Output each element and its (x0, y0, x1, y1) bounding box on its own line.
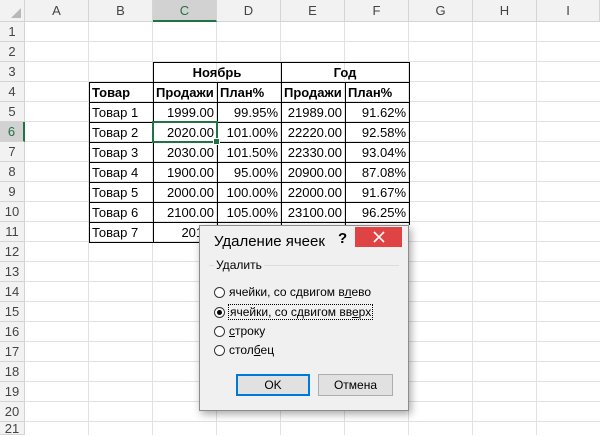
row-header-11[interactable]: 11 (0, 222, 25, 242)
table-cell[interactable]: 22220.00 (281, 122, 345, 142)
row-header-13[interactable]: 13 (0, 262, 25, 282)
table-cell[interactable]: 91.67% (345, 182, 409, 202)
table-cell[interactable]: Товар 4 (89, 162, 153, 182)
row-header-19[interactable]: 19 (0, 382, 25, 402)
select-all-corner[interactable] (0, 0, 25, 22)
ok-button[interactable]: OK (236, 374, 310, 396)
row-header-17[interactable]: 17 (0, 342, 25, 362)
header-plan-year[interactable]: План% (345, 82, 409, 102)
table-cell[interactable]: Товар 6 (89, 202, 153, 222)
table-cell[interactable]: 99.95% (217, 102, 281, 122)
delete-cells-dialog: Удаление ячеек ? Удалить ячейки, со сдви… (199, 225, 409, 411)
table-cell[interactable]: 2000.00 (153, 182, 217, 202)
table-cell[interactable]: 1999.00 (153, 102, 217, 122)
row-header-1[interactable]: 1 (0, 22, 25, 42)
radio-label: столбец (229, 343, 275, 357)
table-cell[interactable]: 2100.00 (153, 202, 217, 222)
table-cell[interactable]: 1900.00 (153, 162, 217, 182)
table-cell[interactable]: 23100.00 (281, 202, 345, 222)
table-cell[interactable]: 20900.00 (281, 162, 345, 182)
column-header-b[interactable]: B (89, 0, 153, 22)
table-cell[interactable]: Товар 7 (89, 222, 153, 242)
table-cell[interactable]: 91.62% (345, 102, 409, 122)
table-cell[interactable]: 95.00% (217, 162, 281, 182)
radio-shift-up[interactable]: ячейки, со сдвигом вверх (214, 304, 374, 320)
header-sales-november[interactable]: Продажи (153, 82, 217, 102)
column-header-e[interactable]: E (281, 0, 345, 22)
radio-button-selected[interactable] (214, 306, 225, 318)
header-plan-november[interactable]: План% (217, 82, 281, 102)
table-cell[interactable]: 101.00% (217, 122, 281, 142)
column-header-a[interactable]: A (25, 0, 89, 22)
row-header-16[interactable]: 16 (0, 322, 25, 342)
row-header-20[interactable]: 20 (0, 402, 25, 422)
table-cell[interactable]: 22000.00 (281, 182, 345, 202)
column-header-i[interactable]: I (537, 0, 600, 22)
radio-entire-column[interactable]: столбец (214, 342, 274, 358)
column-header-c[interactable]: C (153, 0, 217, 22)
column-header-f[interactable]: F (345, 0, 409, 22)
cancel-button[interactable]: Отмена (318, 374, 393, 396)
column-header-g[interactable]: G (409, 0, 473, 22)
radio-label: ячейки, со сдвигом вверх (227, 304, 374, 320)
table-cell[interactable]: 96.25% (345, 202, 409, 222)
radio-shift-left[interactable]: ячейки, со сдвигом влево (214, 284, 371, 300)
row-header-14[interactable]: 14 (0, 282, 25, 302)
row-header-9[interactable]: 9 (0, 182, 25, 202)
header-sales-year[interactable]: Продажи (281, 82, 345, 102)
help-button[interactable]: ? (338, 230, 347, 247)
radio-label: ячейки, со сдвигом влево (229, 285, 372, 299)
table-cell[interactable]: Товар 1 (89, 102, 153, 122)
row-header-21[interactable]: 21 (0, 421, 25, 436)
row-header-6[interactable]: 6 (0, 122, 25, 142)
table-cell[interactable]: Товар 5 (89, 182, 153, 202)
header-product[interactable]: Товар (89, 82, 153, 102)
row-header-12[interactable]: 12 (0, 242, 25, 262)
dialog-title: Удаление ячеек (214, 233, 325, 250)
close-button[interactable] (355, 227, 402, 247)
group-label: Удалить (214, 258, 264, 272)
table-cell[interactable]: 21989.00 (281, 102, 345, 122)
radio-button[interactable] (214, 325, 225, 337)
close-icon (372, 231, 385, 243)
table-cell[interactable]: 101.50% (217, 142, 281, 162)
row-header-15[interactable]: 15 (0, 302, 25, 322)
row-header-10[interactable]: 10 (0, 202, 25, 222)
table-cell[interactable]: Товар 3 (89, 142, 153, 162)
table-cell[interactable]: 105.00% (217, 202, 281, 222)
column-header-h[interactable]: H (473, 0, 537, 22)
row-header-4[interactable]: 4 (0, 82, 25, 102)
group-header-year[interactable]: Год (281, 62, 409, 82)
row-header-2[interactable]: 2 (0, 42, 25, 62)
table-cell[interactable]: 87.08% (345, 162, 409, 182)
row-header-8[interactable]: 8 (0, 162, 25, 182)
radio-button[interactable] (214, 286, 225, 298)
table-cell[interactable]: 92.58% (345, 122, 409, 142)
table-cell[interactable]: Товар 2 (89, 122, 153, 142)
table-cell[interactable]: 2030.00 (153, 142, 217, 162)
row-header-5[interactable]: 5 (0, 102, 25, 122)
table-cell[interactable]: 100.00% (217, 182, 281, 202)
radio-button[interactable] (214, 344, 225, 356)
group-header-november[interactable]: Ноябрь (153, 62, 281, 82)
radio-label: строку (229, 324, 266, 338)
active-cell-c6[interactable] (152, 121, 220, 145)
radio-entire-row[interactable]: строку (214, 323, 265, 339)
column-header-d[interactable]: D (217, 0, 281, 22)
row-header-3[interactable]: 3 (0, 62, 25, 82)
row-header-18[interactable]: 18 (0, 362, 25, 382)
row-header-7[interactable]: 7 (0, 142, 25, 162)
table-cell[interactable]: 22330.00 (281, 142, 345, 162)
table-cell[interactable]: 93.04% (345, 142, 409, 162)
